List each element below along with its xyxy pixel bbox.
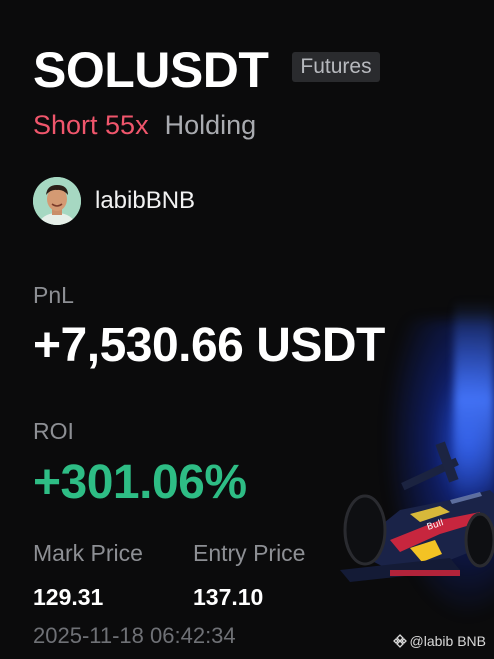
pnl-label: PnL: [33, 282, 74, 308]
binance-logo-icon: [392, 634, 407, 648]
position-status-text: Holding: [164, 110, 257, 140]
mark-price-value: 129.31: [33, 584, 104, 610]
pnl-value: +7,530.66 USDT: [33, 319, 385, 372]
watermark-text: @labib BNB: [409, 633, 486, 649]
roi-value: +301.06%: [33, 456, 247, 509]
share-card: Bull SOLUSDT Futures Short 55x Holding l…: [0, 0, 494, 659]
timestamp: 2025-11-18 06:42:34: [33, 623, 236, 648]
user-avatar-icon: [33, 177, 81, 225]
username: labibBNB: [95, 187, 196, 214]
mark-price-label: Mark Price: [33, 540, 143, 566]
user-row: labibBNB: [33, 177, 195, 225]
race-car-illustration: Bull: [340, 441, 494, 582]
entry-price-label: Entry Price: [193, 540, 306, 566]
roi-label: ROI: [33, 418, 74, 444]
title-row: SOLUSDT Futures: [33, 40, 380, 100]
symbol-title: SOLUSDT: [33, 42, 269, 98]
avatar: [33, 177, 81, 225]
watermark: @labib BNB: [392, 633, 486, 649]
side-leverage-text: Short 55x: [33, 110, 149, 140]
position-info-row: Short 55x Holding: [33, 110, 256, 141]
entry-price-value: 137.10: [193, 584, 264, 610]
market-type-badge: Futures: [292, 52, 380, 82]
